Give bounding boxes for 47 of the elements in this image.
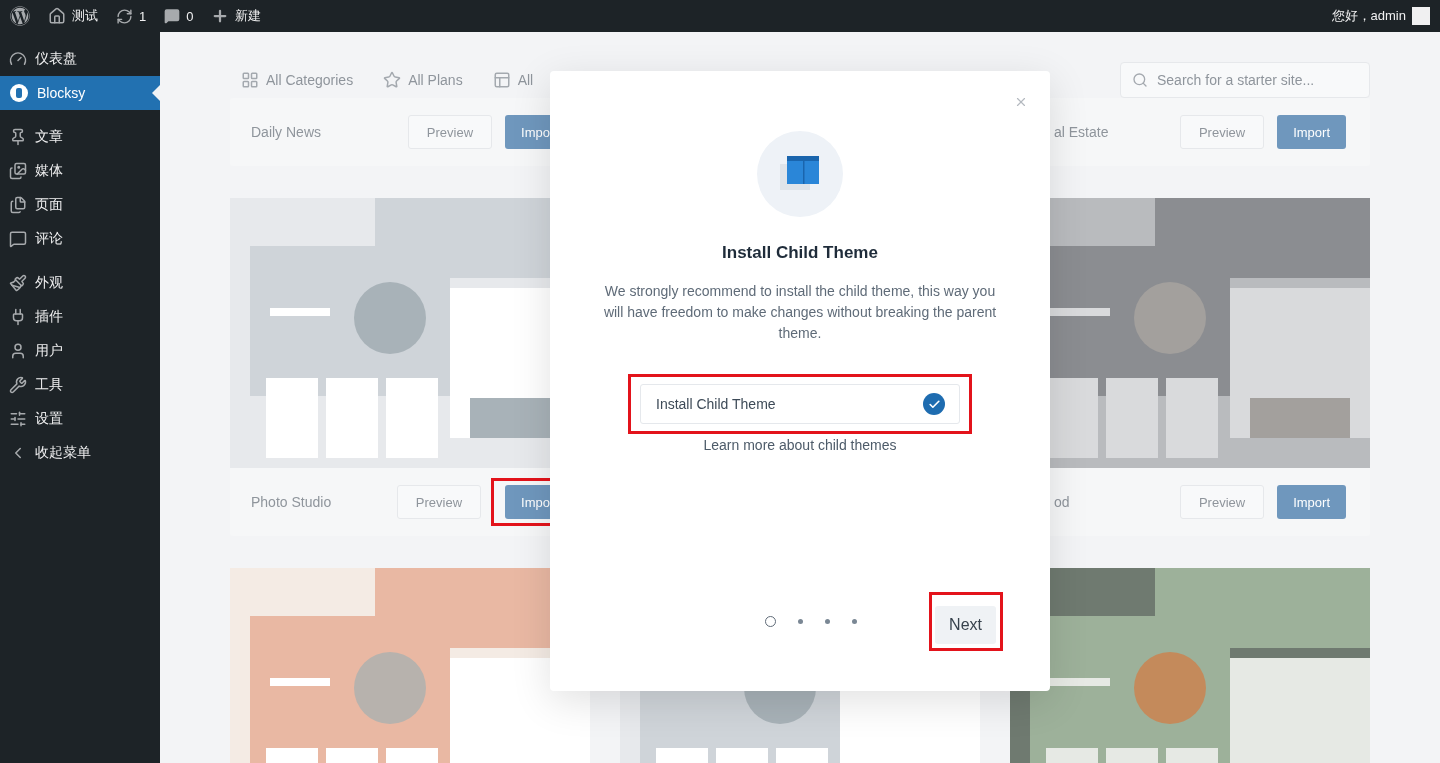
menu-item[interactable]: 外观 bbox=[0, 266, 160, 300]
menu-icon bbox=[9, 162, 27, 180]
next-button[interactable]: Next bbox=[935, 606, 996, 644]
new-link[interactable]: 新建 bbox=[235, 7, 262, 25]
site-title: al Estate bbox=[1054, 124, 1110, 140]
menu-icon bbox=[9, 342, 27, 360]
logo-icon[interactable] bbox=[10, 6, 30, 26]
comment-count[interactable]: 0 bbox=[186, 8, 194, 24]
menu-icon bbox=[9, 50, 27, 68]
menu-item[interactable]: 收起菜单 bbox=[0, 436, 160, 470]
search-field[interactable]: Search for a starter site... bbox=[1120, 62, 1370, 98]
menu-item[interactable]: 页面 bbox=[0, 188, 160, 222]
grid-icon bbox=[241, 71, 259, 89]
menu-item[interactable]: 评论 bbox=[0, 222, 160, 256]
menu-icon bbox=[9, 128, 27, 146]
menu-icon bbox=[9, 376, 27, 394]
menu-icon bbox=[9, 410, 27, 428]
dialog-title: Install Child Theme bbox=[722, 243, 878, 263]
home-icon[interactable] bbox=[48, 7, 66, 25]
search-icon bbox=[1132, 72, 1148, 88]
menu-item[interactable]: 插件 bbox=[0, 300, 160, 334]
menu-icon bbox=[9, 274, 27, 292]
site-title: od bbox=[1054, 494, 1071, 510]
comment-icon[interactable] bbox=[164, 8, 181, 24]
menu-icon bbox=[9, 196, 27, 214]
child-theme-option[interactable]: Install Child Theme bbox=[640, 384, 960, 424]
menu-item[interactable]: 媒体 bbox=[0, 154, 160, 188]
site-title: Daily News bbox=[251, 124, 322, 140]
refresh-icon[interactable] bbox=[116, 7, 133, 25]
menu-item[interactable]: Blocksy bbox=[0, 76, 160, 110]
menu-item[interactable]: 仪表盘 bbox=[0, 42, 160, 76]
menu-icon bbox=[9, 230, 27, 248]
layout-icon bbox=[492, 71, 511, 89]
star-icon bbox=[383, 71, 402, 89]
logo-icon bbox=[9, 83, 29, 103]
check-icon[interactable] bbox=[923, 393, 945, 415]
menu-item[interactable]: 设置 bbox=[0, 402, 160, 436]
greeting-link[interactable]: 您好，admin bbox=[1331, 7, 1406, 25]
learn-more-link[interactable]: Learn more about child themes bbox=[703, 437, 897, 453]
menu-item[interactable]: 文章 bbox=[0, 120, 160, 154]
update-count[interactable]: 1 bbox=[139, 8, 147, 24]
option-label: Install Child Theme bbox=[656, 396, 776, 412]
dialog-description: We strongly recommend to install the child theme, this way you will have freedom to make changes without breaking the parent theme. bbox=[602, 282, 998, 343]
site-link[interactable]: 测试 bbox=[72, 7, 98, 25]
menu-item[interactable]: 用户 bbox=[0, 334, 160, 368]
site-title: Photo Studio bbox=[251, 494, 333, 510]
menu-item[interactable]: 工具 bbox=[0, 368, 160, 402]
